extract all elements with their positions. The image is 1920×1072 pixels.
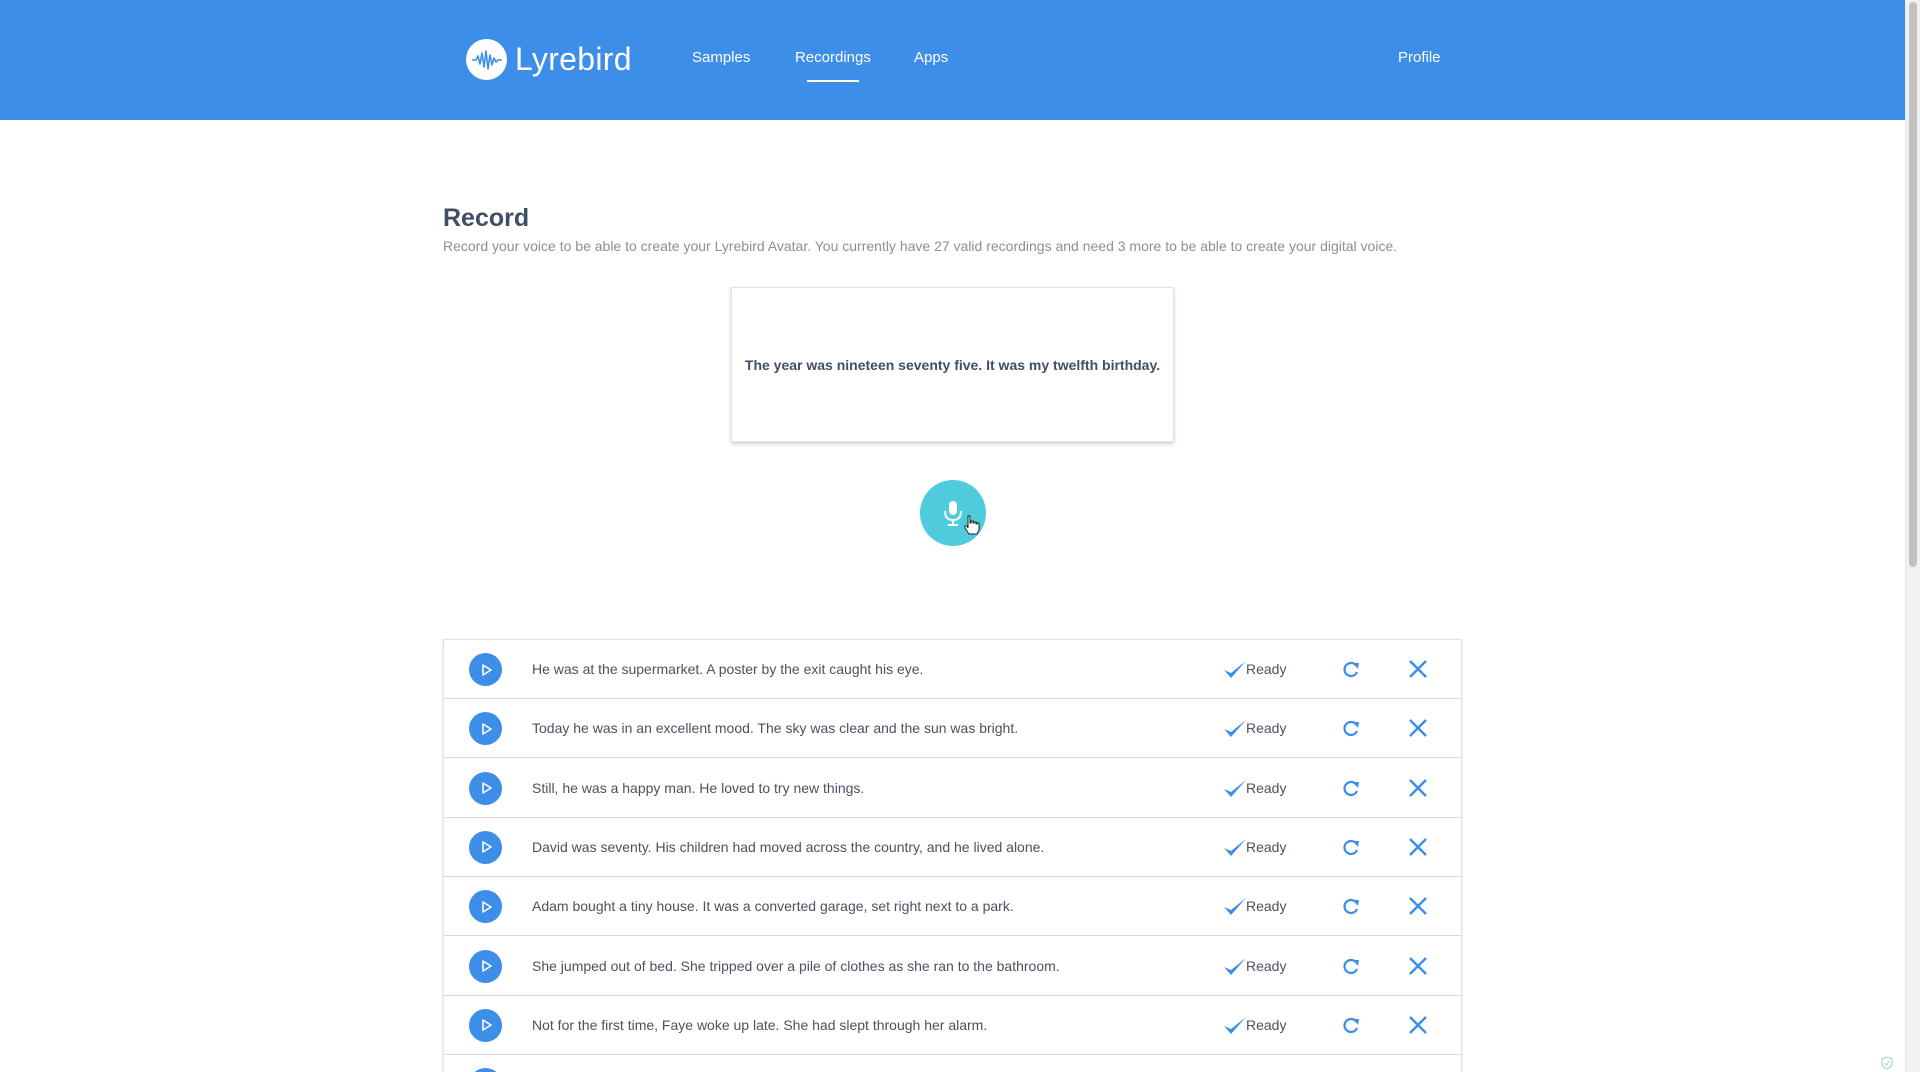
- check-icon: [1224, 838, 1246, 856]
- play-button[interactable]: [469, 771, 502, 805]
- top-navbar: Lyrebird Samples Recordings Apps Profile: [0, 0, 1905, 120]
- recording-row: Adam bought a tiny house. It was a conve…: [444, 877, 1461, 937]
- recording-text: Adam bought a tiny house. It was a conve…: [532, 898, 1014, 915]
- close-icon[interactable]: [1408, 956, 1428, 976]
- status-label: Ready: [1246, 838, 1287, 855]
- recording-row: Still, he was a happy man. He loved to t…: [444, 759, 1461, 818]
- retry-icon[interactable]: [1342, 896, 1360, 916]
- play-button[interactable]: [469, 1068, 502, 1072]
- recording-row: He was at the supermarket. A poster by t…: [444, 640, 1461, 699]
- recording-row: [444, 1055, 1461, 1072]
- play-button[interactable]: [469, 1008, 502, 1042]
- record-description: Record your voice to be able to create y…: [443, 238, 1398, 254]
- record-button[interactable]: [920, 480, 986, 546]
- nav-samples[interactable]: Samples: [692, 49, 750, 66]
- play-icon: [481, 663, 492, 676]
- play-icon: [481, 722, 492, 735]
- waveform-icon: [466, 39, 507, 80]
- play-icon: [481, 900, 492, 913]
- check-icon: [1224, 1016, 1246, 1034]
- play-icon: [481, 960, 492, 972]
- recording-text: Not for the first time, Faye woke up lat…: [532, 1016, 988, 1033]
- status-label: Ready: [1246, 661, 1287, 677]
- check-icon: [1224, 898, 1246, 916]
- recording-row: Not for the first time, Faye woke up lat…: [444, 996, 1461, 1055]
- play-button[interactable]: [469, 890, 502, 924]
- play-button[interactable]: [469, 712, 502, 746]
- play-button[interactable]: [469, 653, 502, 686]
- status-label: Ready: [1246, 957, 1287, 974]
- retry-icon[interactable]: [1342, 718, 1360, 738]
- close-icon[interactable]: [1408, 837, 1428, 857]
- recording-text: Today he was in an excellent mood. The s…: [532, 720, 1019, 737]
- recording-text: He was at the supermarket. A poster by t…: [532, 661, 924, 677]
- play-icon: [481, 1019, 492, 1032]
- close-icon[interactable]: [1408, 659, 1428, 679]
- recording-text: Still, he was a happy man. He loved to t…: [532, 779, 865, 796]
- play-icon: [481, 782, 492, 794]
- recordings-list: He was at the supermarket. A poster by t…: [443, 639, 1462, 1072]
- play-icon: [481, 841, 492, 854]
- status-label: Ready: [1246, 720, 1287, 737]
- status-label: Ready: [1246, 779, 1287, 796]
- retry-icon[interactable]: [1342, 956, 1360, 976]
- check-icon: [1224, 957, 1246, 975]
- nav-recordings[interactable]: Recordings: [795, 49, 871, 82]
- brand-name: Lyrebird: [515, 41, 632, 77]
- hand-cursor-icon: [964, 515, 980, 535]
- recording-text: She jumped out of bed. She tripped over …: [532, 957, 1060, 974]
- retry-icon[interactable]: [1342, 778, 1360, 798]
- status-label: Ready: [1246, 1016, 1287, 1033]
- check-icon: [1224, 661, 1246, 678]
- retry-icon[interactable]: [1342, 1015, 1360, 1035]
- close-icon[interactable]: [1408, 1015, 1428, 1035]
- page-title: Record: [443, 204, 530, 232]
- recording-row: David was seventy. His children had move…: [444, 818, 1461, 877]
- retry-icon[interactable]: [1342, 837, 1360, 857]
- status-label: Ready: [1246, 898, 1287, 915]
- brand-logo[interactable]: Lyrebird: [466, 39, 632, 80]
- retry-icon[interactable]: [1342, 659, 1360, 679]
- close-icon[interactable]: [1408, 718, 1428, 738]
- close-icon[interactable]: [1408, 896, 1428, 916]
- play-button[interactable]: [469, 830, 502, 864]
- prompt-card: The year was nineteen seventy five. It w…: [731, 287, 1174, 442]
- microphone-icon: [944, 501, 962, 526]
- scrollbar-thumb[interactable]: [1909, 2, 1917, 567]
- prompt-text: The year was nineteen seventy five. It w…: [744, 356, 1161, 373]
- check-icon: [1224, 720, 1246, 738]
- shield-icon: [1881, 1056, 1893, 1070]
- recording-row: She jumped out of bed. She tripped over …: [444, 937, 1461, 996]
- recording-text: David was seventy. His children had move…: [532, 838, 1045, 855]
- close-icon[interactable]: [1408, 778, 1428, 798]
- nav-apps[interactable]: Apps: [914, 49, 948, 66]
- recording-row: Today he was in an excellent mood. The s…: [444, 699, 1461, 759]
- play-button[interactable]: [469, 949, 502, 983]
- check-icon: [1224, 779, 1246, 797]
- nav-profile[interactable]: Profile: [1398, 49, 1441, 66]
